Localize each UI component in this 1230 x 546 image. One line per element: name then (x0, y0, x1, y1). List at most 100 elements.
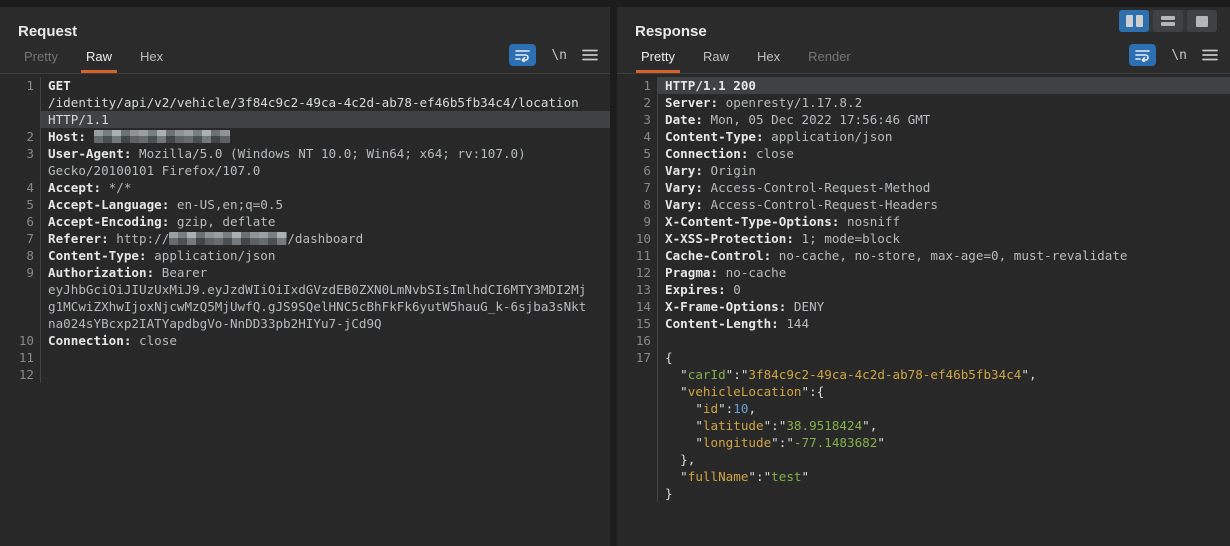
code-token: application/json (154, 248, 276, 263)
line-number: 14 (617, 298, 658, 315)
code-line: 9 Authorization: Bearer (0, 264, 610, 281)
code-text: HTTP/1.1 (41, 111, 610, 128)
code-line: 9 X-Content-Type-Options: nosniff (617, 213, 1230, 230)
message-editor-split: Request Pretty Raw Hex \n 1 GET/identity/a (0, 7, 1230, 546)
code-text: "fullName":"test" (658, 468, 1230, 485)
code-text: }, (658, 451, 1230, 468)
line-number (617, 366, 658, 383)
soft-wrap-toggle-button[interactable] (509, 44, 537, 66)
code-text: Content-Type: application/json (658, 128, 1230, 145)
code-text: User-Agent: Mozilla/5.0 (Windows NT 10.0… (41, 145, 610, 162)
tab-raw[interactable]: Raw (72, 43, 126, 73)
code-token: Bearer (161, 265, 208, 280)
code-token: " (801, 469, 810, 484)
code-token: Expires: (665, 282, 734, 297)
editor-menu-button[interactable] (582, 49, 598, 61)
soft-wrap-toggle-button[interactable] (1129, 44, 1157, 66)
code-line: 4 Content-Type: application/json (617, 128, 1230, 145)
code-token: Content-Type: (48, 248, 155, 263)
newline-display-toggle[interactable]: \n (1171, 48, 1187, 63)
line-number (0, 162, 41, 179)
code-token: 0 (733, 282, 741, 297)
redacted-text (93, 130, 230, 143)
code-token: Gecko/20100101 Firefox/107.0 (48, 163, 261, 178)
code-token: g1MCwiZXhwIjoxNjcwMzQ5MjUwfQ.gJS9SQelHNC… (48, 299, 587, 314)
code-text: Connection: close (658, 145, 1230, 162)
tab-hex[interactable]: Hex (743, 43, 794, 73)
code-token: no-cache (725, 265, 787, 280)
code-token: Vary: (665, 180, 711, 195)
layout-side-by-side-button[interactable] (1119, 10, 1149, 32)
code-token: GET (48, 78, 71, 93)
line-number: 9 (0, 264, 41, 281)
code-token: ": (718, 401, 734, 416)
code-token: ":" (763, 418, 787, 433)
code-text: Date: Mon, 05 Dec 2022 17:56:46 GMT (658, 111, 1230, 128)
code-line: 1 GET (0, 77, 610, 94)
line-number: 12 (617, 264, 658, 281)
code-text: X-Frame-Options: DENY (658, 298, 1230, 315)
line-number: 3 (0, 145, 41, 162)
soft-wrap-icon (515, 50, 531, 62)
code-token: /identity/api/v2/vehicle/3f84c9c2-49ca-4… (48, 95, 579, 110)
window-top-strip (0, 0, 1230, 7)
code-token: " (877, 435, 885, 450)
code-token: HTTP/1.1 200 (665, 78, 756, 93)
tab-render[interactable]: Render (794, 43, 865, 73)
code-line: /identity/api/v2/vehicle/3f84c9c2-49ca-4… (0, 94, 610, 111)
newline-display-toggle[interactable]: \n (551, 48, 567, 63)
tab-pretty[interactable]: Pretty (627, 43, 689, 73)
code-token: /dashboard (287, 231, 364, 246)
line-number: 4 (617, 128, 658, 145)
code-token: Date: (665, 112, 711, 127)
code-text: Cache-Control: no-cache, no-store, max-a… (658, 247, 1230, 264)
code-token: Vary: (665, 163, 711, 178)
layout-stacked-button[interactable] (1153, 10, 1183, 32)
code-line: 10 Connection: close (0, 332, 610, 349)
code-line: }, (617, 451, 1230, 468)
hamburger-menu-icon (1202, 49, 1218, 61)
code-text: Server: openresty/1.17.8.2 (658, 94, 1230, 111)
tab-raw[interactable]: Raw (689, 43, 743, 73)
code-token: 38.9518424 (786, 418, 863, 433)
layout-single-button[interactable] (1187, 10, 1217, 32)
line-number: 5 (617, 145, 658, 162)
code-token: 3f84c9c2-49ca-4c2d-ab78-ef46b5fb34c4 (748, 367, 1022, 382)
request-tabs: Pretty Raw Hex (10, 43, 177, 73)
line-number (617, 485, 658, 502)
line-number (617, 417, 658, 434)
line-number: 12 (0, 366, 41, 383)
line-number: 6 (0, 213, 41, 230)
code-text: Referer: http:// /dashboard (41, 230, 610, 247)
code-text: Vary: Access-Control-Request-Method (658, 179, 1230, 196)
code-token: X-Content-Type-Options: (665, 214, 847, 229)
line-number: 8 (617, 196, 658, 213)
editor-menu-button[interactable] (1202, 49, 1218, 61)
response-panel: Response Pretty Raw Hex Render \n 1 HTTP/1. (617, 7, 1230, 546)
code-line: 6 Accept-Encoding: gzip, deflate (0, 213, 610, 230)
code-line: 11 Cache-Control: no-cache, no-store, max… (617, 247, 1230, 264)
code-token: 1; mode=block (801, 231, 901, 246)
code-line: HTTP/1.1 (0, 111, 610, 128)
code-token: { (665, 350, 673, 365)
request-editor[interactable]: 1 GET/identity/api/v2/vehicle/3f84c9c2-49… (0, 74, 610, 546)
line-number (0, 111, 41, 128)
code-token: Host: (48, 129, 94, 144)
request-panel: Request Pretty Raw Hex \n 1 GET/identity/a (0, 7, 610, 546)
code-token: , (748, 401, 757, 416)
tab-hex[interactable]: Hex (126, 43, 177, 73)
soft-wrap-icon (1135, 50, 1151, 62)
tab-pretty[interactable]: Pretty (10, 43, 72, 73)
code-line: 8 Vary: Access-Control-Request-Headers (617, 196, 1230, 213)
response-tabs-row: Pretty Raw Hex Render \n (617, 42, 1230, 74)
request-editor-toolbar: \n (509, 44, 598, 73)
line-number: 15 (617, 315, 658, 332)
line-number: 10 (0, 332, 41, 349)
code-token: 10 (733, 401, 749, 416)
code-line: 7 Vary: Access-Control-Request-Method (617, 179, 1230, 196)
code-token: openresty/1.17.8.2 (725, 95, 863, 110)
code-text: "carId":"3f84c9c2-49ca-4c2d-ab78-ef46b5f… (658, 366, 1230, 383)
response-editor[interactable]: 1 HTTP/1.1 200 2 Server: openresty/1.17.8.2… (617, 74, 1230, 546)
request-tabs-row: Pretty Raw Hex \n (0, 42, 610, 74)
request-panel-title: Request (18, 23, 78, 40)
